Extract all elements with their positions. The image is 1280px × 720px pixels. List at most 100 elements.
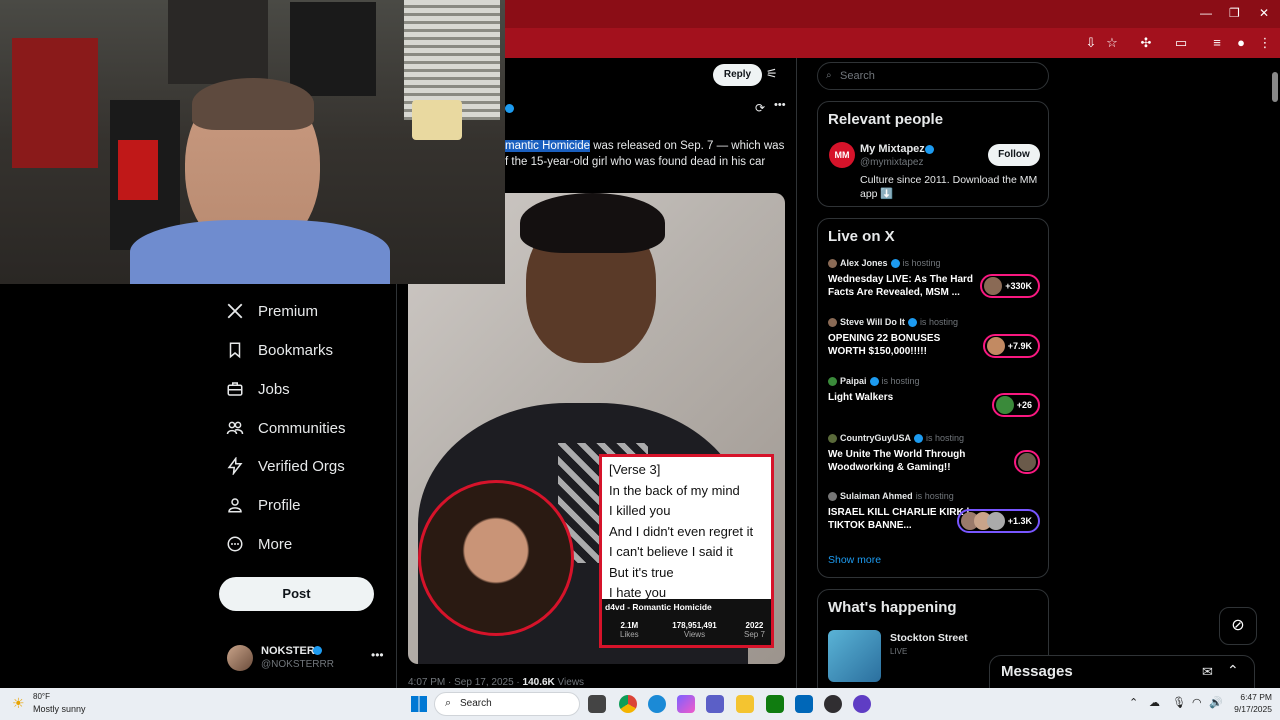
- show-more-link[interactable]: Show more: [828, 554, 881, 566]
- scrollbar-thumb[interactable]: [1272, 72, 1278, 102]
- volume-icon[interactable]: 🔊: [1209, 696, 1223, 709]
- live-listener-pill[interactable]: +7.9K: [982, 334, 1040, 358]
- listener-count: +26: [1016, 400, 1032, 410]
- teams-icon[interactable]: [706, 695, 724, 713]
- tweet-more-icon[interactable]: •••: [774, 99, 786, 111]
- whats-happening-title: What's happening: [828, 599, 957, 616]
- store-icon[interactable]: [795, 695, 813, 713]
- extensions-icon[interactable]: ✣: [1137, 34, 1155, 52]
- nav-jobs[interactable]: Jobs: [226, 380, 290, 398]
- clock[interactable]: 6:47 PM 9/17/2025: [1222, 692, 1272, 714]
- chrome-icon[interactable]: [619, 695, 637, 713]
- account-more-icon[interactable]: •••: [371, 648, 384, 662]
- live-listener-pill[interactable]: [1014, 450, 1040, 474]
- feed-divider: [796, 58, 797, 688]
- browser-menu-icon[interactable]: ⋮: [1256, 34, 1274, 52]
- account-switcher[interactable]: NOKSTER @NOKSTERRR •••: [227, 643, 387, 673]
- file-explorer-icon[interactable]: [736, 695, 754, 713]
- weather-widget[interactable]: ☀ 80°F Mostly sunny: [12, 692, 102, 716]
- taskbar-search[interactable]: ⌕ Search: [434, 692, 580, 716]
- live-item[interactable]: Steve Will Do It is hosting OPENING 22 BO…: [828, 317, 1040, 359]
- task-view-icon[interactable]: [588, 695, 606, 713]
- nav-label: Bookmarks: [258, 341, 334, 359]
- expand-chevron-icon[interactable]: ⌃: [1227, 662, 1239, 679]
- listener-count: +7.9K: [1007, 341, 1032, 351]
- relevant-handle: @mymixtapez: [860, 157, 924, 168]
- live-listener-pill[interactable]: +26: [991, 393, 1040, 417]
- live-item[interactable]: Paipai is hosting Light Walkers +26: [828, 376, 1040, 418]
- live-title: ISRAEL KILL CHARLIE KIRK | TIKTOK BANNE.…: [828, 507, 970, 531]
- nav-bookmarks[interactable]: Bookmarks: [226, 341, 333, 359]
- release-date-label: Sep 7: [744, 630, 765, 639]
- live-host-name: CountryGuyUSA: [840, 433, 912, 443]
- wall-poster: [168, 0, 268, 84]
- views-value: 178,951,491: [672, 621, 717, 630]
- tweet-text-line1: was released on Sep. 7 — which was: [590, 140, 785, 152]
- follow-button[interactable]: Follow: [988, 144, 1040, 166]
- person-shirt: [130, 220, 390, 284]
- live-on-x-title: Live on X: [828, 228, 895, 245]
- nav-communities[interactable]: Communities: [226, 419, 346, 437]
- account-handle: @NOKSTERRR: [261, 659, 334, 670]
- onedrive-icon[interactable]: ☁: [1149, 696, 1160, 709]
- listener-count: +330K: [1005, 281, 1032, 291]
- nav-more[interactable]: More: [226, 535, 292, 553]
- reply-button[interactable]: Reply: [713, 64, 762, 86]
- filter-icon[interactable]: ⚟: [766, 66, 778, 82]
- page-scrollbar[interactable]: [1270, 58, 1280, 688]
- wall-poster: [290, 2, 376, 96]
- hosting-label: is hosting: [881, 376, 920, 386]
- relevant-people-panel: Relevant people MM My Mixtapez @mymixtap…: [817, 101, 1049, 207]
- nav-premium[interactable]: Premium: [226, 302, 318, 320]
- bookmark-star-icon[interactable]: ☆: [1103, 34, 1121, 52]
- new-message-icon[interactable]: ✉: [1202, 664, 1213, 680]
- xbox-icon[interactable]: [766, 695, 784, 713]
- nav-profile[interactable]: Profile: [226, 496, 301, 514]
- messages-title: Messages: [1001, 663, 1073, 680]
- lyric-line: And I didn't even regret it: [609, 523, 754, 539]
- live-title: We Unite The World Through Woodworking &…: [828, 449, 966, 473]
- minimize-button[interactable]: —: [1200, 6, 1212, 20]
- wifi-icon[interactable]: ◠: [1192, 696, 1202, 709]
- trend-thumbnail[interactable]: [828, 630, 881, 682]
- restore-button[interactable]: ❐: [1229, 6, 1240, 20]
- clock-date: 9/17/2025: [1234, 704, 1272, 714]
- relevant-name[interactable]: My Mixtapez: [860, 143, 925, 155]
- nav-label: More: [258, 535, 293, 553]
- edge-icon[interactable]: [648, 695, 666, 713]
- messages-drawer[interactable]: Messages ✉ ⌃: [989, 655, 1255, 689]
- weather-sun-icon: ☀: [12, 695, 25, 711]
- desk-lamp: [412, 100, 462, 140]
- start-button-icon[interactable]: [411, 696, 427, 712]
- tray-chevron-icon[interactable]: ⌃: [1129, 696, 1138, 709]
- weather-temp: 80°F: [33, 692, 50, 701]
- tweet-meta: 4:07 PM · Sep 17, 2025 · 140.6K Views: [408, 677, 584, 688]
- live-item[interactable]: CountryGuyUSA is hosting We Unite The Wor…: [828, 433, 1040, 475]
- search-input[interactable]: ⌕ Search: [817, 62, 1049, 90]
- mymixtapez-avatar[interactable]: MM: [829, 142, 855, 168]
- live-listener-pill[interactable]: +330K: [980, 274, 1040, 298]
- likes-value: 2.1M: [620, 621, 639, 630]
- briefcase-icon: [227, 382, 243, 396]
- grok-icon[interactable]: ⟳: [755, 101, 765, 115]
- obs-icon[interactable]: [824, 695, 842, 713]
- media-control-icon[interactable]: ≡: [1208, 34, 1226, 52]
- live-item[interactable]: Alex Jones is hosting Wednesday LIVE: As …: [828, 258, 1040, 300]
- trend-title[interactable]: Stockton Street: [890, 632, 968, 644]
- microphone-icon[interactable]: 🎙: [1172, 696, 1186, 709]
- post-button[interactable]: Post: [219, 577, 374, 611]
- close-window-button[interactable]: ✕: [1259, 6, 1269, 20]
- hosting-label: is hosting: [919, 317, 958, 327]
- highlighted-text: mantic Homicide: [505, 140, 590, 152]
- live-item[interactable]: Sulaiman Ahmed is hosting ISRAEL KILL CHA…: [828, 491, 1040, 533]
- grok-floating-button[interactable]: ⊘: [1219, 607, 1257, 645]
- copilot-icon[interactable]: [677, 695, 695, 713]
- live-listener-pill[interactable]: +1.3K: [956, 509, 1040, 533]
- install-app-icon[interactable]: ⇩: [1082, 34, 1100, 52]
- nav-verified-orgs[interactable]: Verified Orgs: [226, 457, 345, 475]
- trend-live-label: LIVE: [890, 647, 908, 656]
- split-screen-icon[interactable]: ▭: [1172, 34, 1190, 52]
- profile-avatar-icon[interactable]: ●: [1232, 34, 1250, 52]
- search-icon: ⌕: [826, 70, 832, 81]
- app-icon[interactable]: [853, 695, 871, 713]
